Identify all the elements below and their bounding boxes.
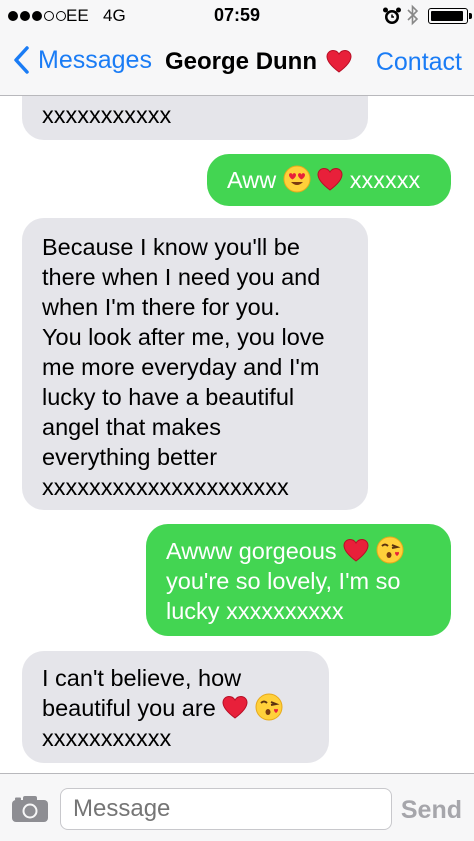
message-line: lucky xxxxxxxxxx bbox=[166, 598, 344, 624]
chevron-left-icon bbox=[14, 46, 29, 74]
battery-level bbox=[431, 11, 464, 21]
red-heart-emoji-icon bbox=[317, 167, 343, 191]
message-line: xxxxxx bbox=[349, 167, 421, 193]
heart-eyes-emoji-icon bbox=[283, 165, 311, 193]
message-line: beautiful you are bbox=[42, 695, 216, 721]
message-line: Awww gorgeous bbox=[166, 538, 337, 564]
message-thread[interactable]: xxxxxxxxxxx Aww xxxxxx Because I know yo… bbox=[0, 0, 474, 841]
message-line: Aww bbox=[227, 167, 277, 193]
message-line: everything better bbox=[42, 444, 218, 470]
message-line: angel that makes bbox=[42, 414, 221, 440]
message-line: when I'm there for you. bbox=[42, 294, 281, 320]
header: EE 4G 07:59 Messages George Dunn Contact bbox=[0, 0, 474, 96]
message-line: Because I know you'll be bbox=[42, 234, 300, 260]
contact-name: George Dunn bbox=[165, 48, 318, 75]
message-line: you're so lovely, I'm so bbox=[166, 568, 401, 594]
conversation-title: George Dunn bbox=[165, 48, 353, 76]
red-heart-emoji-icon bbox=[222, 695, 248, 719]
message-line: I can't believe, how bbox=[42, 665, 242, 691]
back-label: Messages bbox=[38, 45, 152, 74]
camera-icon[interactable] bbox=[10, 794, 50, 824]
battery-icon bbox=[428, 8, 472, 24]
message-line: xxxxxxxxxxxxxxxxxxxxx bbox=[42, 474, 289, 500]
compose-bar: Send bbox=[0, 773, 474, 841]
face-blowing-kiss-emoji-icon bbox=[376, 536, 404, 564]
message-line: lucky to have a beautiful bbox=[42, 384, 295, 410]
message-input[interactable] bbox=[60, 788, 392, 830]
message-line: xxxxxxxxxxx bbox=[42, 102, 172, 128]
outgoing-message: Awww gorgeous you're so lovely, I'm so l… bbox=[146, 524, 451, 636]
status-time: 07:59 bbox=[213, 5, 261, 25]
alarm-clock-icon bbox=[383, 7, 401, 24]
back-to-messages-button[interactable]: Messages bbox=[10, 44, 152, 76]
message-line: xxxxxxxxxxx bbox=[42, 725, 172, 751]
incoming-message: I can't believe, how beautiful you are x… bbox=[22, 651, 329, 763]
bluetooth-icon bbox=[407, 4, 419, 26]
red-heart-emoji-icon bbox=[326, 49, 352, 73]
face-blowing-kiss-emoji-icon bbox=[255, 693, 283, 721]
navigation-bar: Messages George Dunn Contact bbox=[0, 38, 474, 88]
message-line: me more everyday and I'm bbox=[42, 354, 320, 380]
red-heart-emoji-icon bbox=[343, 538, 369, 562]
message-line: there when I need you and bbox=[42, 264, 321, 290]
incoming-message: Because I know you'll be there when I ne… bbox=[22, 218, 368, 510]
outgoing-message: Aww xxxxxx bbox=[207, 154, 451, 206]
contact-button[interactable]: Contact bbox=[376, 48, 462, 77]
message-line: You look after me, you love bbox=[42, 324, 325, 350]
send-button[interactable]: Send bbox=[401, 796, 462, 825]
status-bar: EE 4G 07:59 bbox=[0, 0, 474, 34]
